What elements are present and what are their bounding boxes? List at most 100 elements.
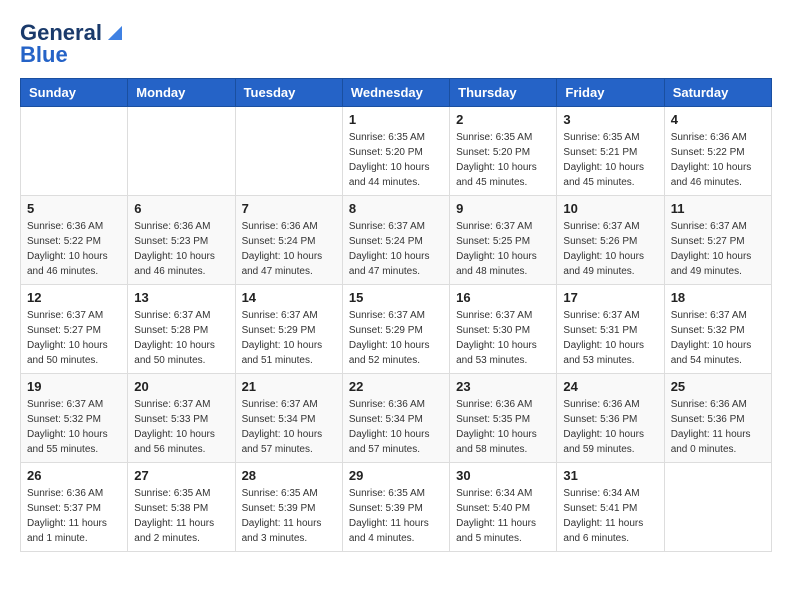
calendar-cell <box>21 107 128 196</box>
day-number: 12 <box>27 290 121 305</box>
day-info: Sunrise: 6:37 AMSunset: 5:32 PMDaylight:… <box>27 397 121 457</box>
calendar-cell: 4Sunrise: 6:36 AMSunset: 5:22 PMDaylight… <box>664 107 771 196</box>
calendar-cell: 23 Sunrise: 6:36 AMSunset: 5:35 PMDayligh… <box>450 374 557 463</box>
day-header-monday: Monday <box>128 79 235 107</box>
day-number: 11 <box>671 201 765 216</box>
day-number: 17 <box>563 290 657 305</box>
day-number: 10 <box>563 201 657 216</box>
calendar-cell: 5 Sunrise: 6:36 AMSunset: 5:22 PMDaylight… <box>21 196 128 285</box>
calendar-cell: 30Sunrise: 6:34 AMSunset: 5:40 PMDayligh… <box>450 463 557 552</box>
calendar-body: 1Sunrise: 6:35 AMSunset: 5:20 PMDaylight… <box>21 107 772 552</box>
day-info: Sunrise: 6:37 AMSunset: 5:27 PMDaylight:… <box>27 308 121 368</box>
calendar-cell: 11 Sunrise: 6:37 AMSunset: 5:27 PMDayligh… <box>664 196 771 285</box>
day-number: 8 <box>349 201 443 216</box>
day-info: Sunrise: 6:37 AMSunset: 5:27 PMDaylight:… <box>671 219 765 279</box>
day-info: Sunrise: 6:35 AMSunset: 5:39 PMDaylight:… <box>242 486 336 546</box>
day-info: Sunrise: 6:35 AMSunset: 5:38 PMDaylight:… <box>134 486 228 546</box>
day-info: Sunrise: 6:36 AMSunset: 5:36 PMDaylight:… <box>563 397 657 457</box>
day-info: Sunrise: 6:36 AMSunset: 5:22 PMDaylight:… <box>27 219 121 279</box>
calendar-cell: 27 Sunrise: 6:35 AMSunset: 5:38 PMDayligh… <box>128 463 235 552</box>
calendar-cell: 31Sunrise: 6:34 AMSunset: 5:41 PMDayligh… <box>557 463 664 552</box>
calendar-cell: 3Sunrise: 6:35 AMSunset: 5:21 PMDaylight… <box>557 107 664 196</box>
day-number: 20 <box>134 379 228 394</box>
day-number: 9 <box>456 201 550 216</box>
day-info: Sunrise: 6:36 AMSunset: 5:36 PMDaylight:… <box>671 397 765 457</box>
day-info: Sunrise: 6:35 AMSunset: 5:20 PMDaylight:… <box>349 130 443 190</box>
day-number: 24 <box>563 379 657 394</box>
day-info: Sunrise: 6:35 AMSunset: 5:39 PMDaylight:… <box>349 486 443 546</box>
week-row-2: 5 Sunrise: 6:36 AMSunset: 5:22 PMDaylight… <box>21 196 772 285</box>
calendar-cell: 1Sunrise: 6:35 AMSunset: 5:20 PMDaylight… <box>342 107 449 196</box>
calendar-cell: 18 Sunrise: 6:37 AMSunset: 5:32 PMDayligh… <box>664 285 771 374</box>
day-info: Sunrise: 6:37 AMSunset: 5:33 PMDaylight:… <box>134 397 228 457</box>
calendar-cell: 7 Sunrise: 6:36 AMSunset: 5:24 PMDaylight… <box>235 196 342 285</box>
day-header-friday: Friday <box>557 79 664 107</box>
day-header-saturday: Saturday <box>664 79 771 107</box>
calendar-cell: 12 Sunrise: 6:37 AMSunset: 5:27 PMDayligh… <box>21 285 128 374</box>
day-number: 15 <box>349 290 443 305</box>
day-number: 22 <box>349 379 443 394</box>
calendar-cell: 14Sunrise: 6:37 AMSunset: 5:29 PMDayligh… <box>235 285 342 374</box>
day-number: 4 <box>671 112 765 127</box>
day-info: Sunrise: 6:36 AMSunset: 5:37 PMDaylight:… <box>27 486 121 546</box>
calendar-cell: 19Sunrise: 6:37 AMSunset: 5:32 PMDayligh… <box>21 374 128 463</box>
day-number: 26 <box>27 468 121 483</box>
day-number: 7 <box>242 201 336 216</box>
day-info: Sunrise: 6:36 AMSunset: 5:24 PMDaylight:… <box>242 219 336 279</box>
week-row-3: 12 Sunrise: 6:37 AMSunset: 5:27 PMDayligh… <box>21 285 772 374</box>
week-row-5: 26 Sunrise: 6:36 AMSunset: 5:37 PMDayligh… <box>21 463 772 552</box>
day-info: Sunrise: 6:34 AMSunset: 5:41 PMDaylight:… <box>563 486 657 546</box>
calendar-cell: 8 Sunrise: 6:37 AMSunset: 5:24 PMDaylight… <box>342 196 449 285</box>
day-info: Sunrise: 6:35 AMSunset: 5:20 PMDaylight:… <box>456 130 550 190</box>
logo-text-blue: Blue <box>20 42 68 68</box>
day-info: Sunrise: 6:37 AMSunset: 5:28 PMDaylight:… <box>134 308 228 368</box>
calendar-table: SundayMondayTuesdayWednesdayThursdayFrid… <box>20 78 772 552</box>
calendar-cell: 22 Sunrise: 6:36 AMSunset: 5:34 PMDayligh… <box>342 374 449 463</box>
calendar-cell: 29 Sunrise: 6:35 AMSunset: 5:39 PMDayligh… <box>342 463 449 552</box>
calendar-cell: 21Sunrise: 6:37 AMSunset: 5:34 PMDayligh… <box>235 374 342 463</box>
day-info: Sunrise: 6:37 AMSunset: 5:34 PMDaylight:… <box>242 397 336 457</box>
day-info: Sunrise: 6:37 AMSunset: 5:26 PMDaylight:… <box>563 219 657 279</box>
calendar-cell: 2Sunrise: 6:35 AMSunset: 5:20 PMDaylight… <box>450 107 557 196</box>
day-number: 13 <box>134 290 228 305</box>
day-info: Sunrise: 6:36 AMSunset: 5:35 PMDaylight:… <box>456 397 550 457</box>
calendar-cell: 26 Sunrise: 6:36 AMSunset: 5:37 PMDayligh… <box>21 463 128 552</box>
calendar-cell <box>128 107 235 196</box>
calendar-cell: 6Sunrise: 6:36 AMSunset: 5:23 PMDaylight… <box>128 196 235 285</box>
day-number: 5 <box>27 201 121 216</box>
week-row-4: 19Sunrise: 6:37 AMSunset: 5:32 PMDayligh… <box>21 374 772 463</box>
day-info: Sunrise: 6:37 AMSunset: 5:32 PMDaylight:… <box>671 308 765 368</box>
day-header-sunday: Sunday <box>21 79 128 107</box>
day-header-thursday: Thursday <box>450 79 557 107</box>
calendar-cell <box>664 463 771 552</box>
day-number: 14 <box>242 290 336 305</box>
day-number: 29 <box>349 468 443 483</box>
calendar-cell: 10 Sunrise: 6:37 AMSunset: 5:26 PMDayligh… <box>557 196 664 285</box>
calendar-cell: 16Sunrise: 6:37 AMSunset: 5:30 PMDayligh… <box>450 285 557 374</box>
logo-icon <box>104 22 126 44</box>
day-number: 28 <box>242 468 336 483</box>
day-info: Sunrise: 6:36 AMSunset: 5:34 PMDaylight:… <box>349 397 443 457</box>
day-number: 18 <box>671 290 765 305</box>
day-number: 3 <box>563 112 657 127</box>
calendar-cell: 9 Sunrise: 6:37 AMSunset: 5:25 PMDaylight… <box>450 196 557 285</box>
week-row-1: 1Sunrise: 6:35 AMSunset: 5:20 PMDaylight… <box>21 107 772 196</box>
day-number: 23 <box>456 379 550 394</box>
page-header: General Blue <box>20 20 772 68</box>
day-number: 30 <box>456 468 550 483</box>
day-info: Sunrise: 6:37 AMSunset: 5:29 PMDaylight:… <box>349 308 443 368</box>
day-number: 16 <box>456 290 550 305</box>
calendar-header: SundayMondayTuesdayWednesdayThursdayFrid… <box>21 79 772 107</box>
day-info: Sunrise: 6:37 AMSunset: 5:31 PMDaylight:… <box>563 308 657 368</box>
day-header-wednesday: Wednesday <box>342 79 449 107</box>
day-number: 6 <box>134 201 228 216</box>
day-info: Sunrise: 6:37 AMSunset: 5:25 PMDaylight:… <box>456 219 550 279</box>
day-info: Sunrise: 6:37 AMSunset: 5:24 PMDaylight:… <box>349 219 443 279</box>
calendar-cell: 17 Sunrise: 6:37 AMSunset: 5:31 PMDayligh… <box>557 285 664 374</box>
day-number: 27 <box>134 468 228 483</box>
header-row: SundayMondayTuesdayWednesdayThursdayFrid… <box>21 79 772 107</box>
calendar-cell: 13 Sunrise: 6:37 AMSunset: 5:28 PMDayligh… <box>128 285 235 374</box>
day-number: 25 <box>671 379 765 394</box>
calendar-cell: 28 Sunrise: 6:35 AMSunset: 5:39 PMDayligh… <box>235 463 342 552</box>
calendar-cell: 24 Sunrise: 6:36 AMSunset: 5:36 PMDayligh… <box>557 374 664 463</box>
